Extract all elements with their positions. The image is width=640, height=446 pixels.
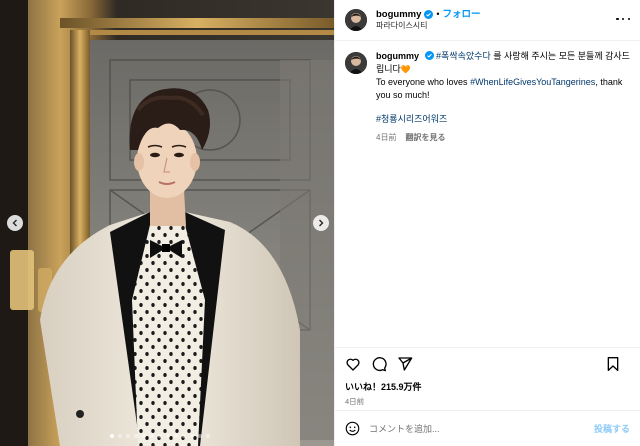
- carousel-dot: [110, 434, 114, 438]
- carousel-dot: [126, 434, 130, 438]
- action-bar: [335, 347, 640, 380]
- likes-count[interactable]: いいね！215.9万件: [335, 380, 640, 392]
- location-link[interactable]: 파라다이스시티: [376, 21, 481, 31]
- avatar[interactable]: [345, 9, 367, 31]
- more-options-button[interactable]: [616, 13, 630, 25]
- caption-age[interactable]: 4日前: [376, 132, 396, 145]
- carousel-dot: [150, 434, 154, 438]
- translate-button[interactable]: 翻訳を見る: [405, 132, 445, 145]
- heart-emoji: 🧡: [400, 64, 411, 74]
- post-header: bogummy • フォロー 파라다이스시티: [335, 0, 640, 41]
- bookmark-icon: [607, 357, 619, 371]
- carousel-dot: [134, 434, 138, 438]
- verified-badge-icon: [424, 10, 434, 20]
- post-comment-button[interactable]: 投稿する: [594, 422, 630, 435]
- comment-input[interactable]: [369, 423, 594, 434]
- username[interactable]: bogummy: [376, 9, 421, 20]
- carousel-dot: [198, 434, 202, 438]
- post-dialog: bogummy • フォロー 파라다이스시티 bogummy #폭싹속았수다 를: [0, 0, 640, 446]
- chevron-right-icon: [319, 219, 324, 227]
- carousel-dot: [190, 434, 194, 438]
- carousel-dot: [174, 434, 178, 438]
- comment-button[interactable]: [371, 356, 387, 372]
- chevron-left-icon: [12, 219, 17, 227]
- carousel-indicator: [110, 434, 210, 438]
- caption-avatar[interactable]: [345, 52, 367, 74]
- post-panel: bogummy • フォロー 파라다이스시티 bogummy #폭싹속았수다 를: [334, 0, 640, 446]
- hashtag-link[interactable]: #청룡시리즈어워즈: [376, 114, 447, 124]
- post-media[interactable]: [0, 0, 334, 446]
- follow-button[interactable]: フォロー: [443, 9, 481, 20]
- heart-icon: [346, 358, 360, 371]
- send-icon: [398, 357, 413, 371]
- comment-box: 投稿する: [335, 410, 640, 446]
- share-button[interactable]: [397, 356, 413, 372]
- save-button[interactable]: [605, 356, 621, 372]
- hashtag-link[interactable]: #폭싹속았수다: [436, 51, 491, 61]
- carousel-dot: [118, 434, 122, 438]
- more-icon: [616, 17, 619, 21]
- caption-area: bogummy #폭싹속았수다 를 사랑해 주시는 모든 분들께 감사드립니다🧡…: [335, 41, 640, 347]
- caption-username[interactable]: bogummy: [376, 51, 419, 61]
- caption-text: To everyone who loves: [376, 77, 471, 87]
- carousel-dot: [182, 434, 186, 438]
- separator: •: [436, 9, 440, 20]
- carousel-dot: [158, 434, 162, 438]
- like-button[interactable]: [345, 356, 361, 372]
- carousel-dot: [206, 434, 210, 438]
- comment-icon: [372, 357, 387, 372]
- hashtag-link[interactable]: #WhenLifeGivesYouTangerines: [470, 77, 595, 87]
- post-photo: [0, 0, 334, 446]
- prev-slide-button[interactable]: [7, 215, 23, 231]
- post-date[interactable]: 4日前: [335, 396, 640, 410]
- next-slide-button[interactable]: [313, 215, 329, 231]
- smiley-icon[interactable]: [345, 421, 360, 436]
- verified-badge-icon: [424, 51, 434, 60]
- carousel-dot: [166, 434, 170, 438]
- caption: bogummy #폭싹속았수다 를 사랑해 주시는 모든 분들께 감사드립니다🧡…: [376, 50, 630, 347]
- carousel-dot: [142, 434, 146, 438]
